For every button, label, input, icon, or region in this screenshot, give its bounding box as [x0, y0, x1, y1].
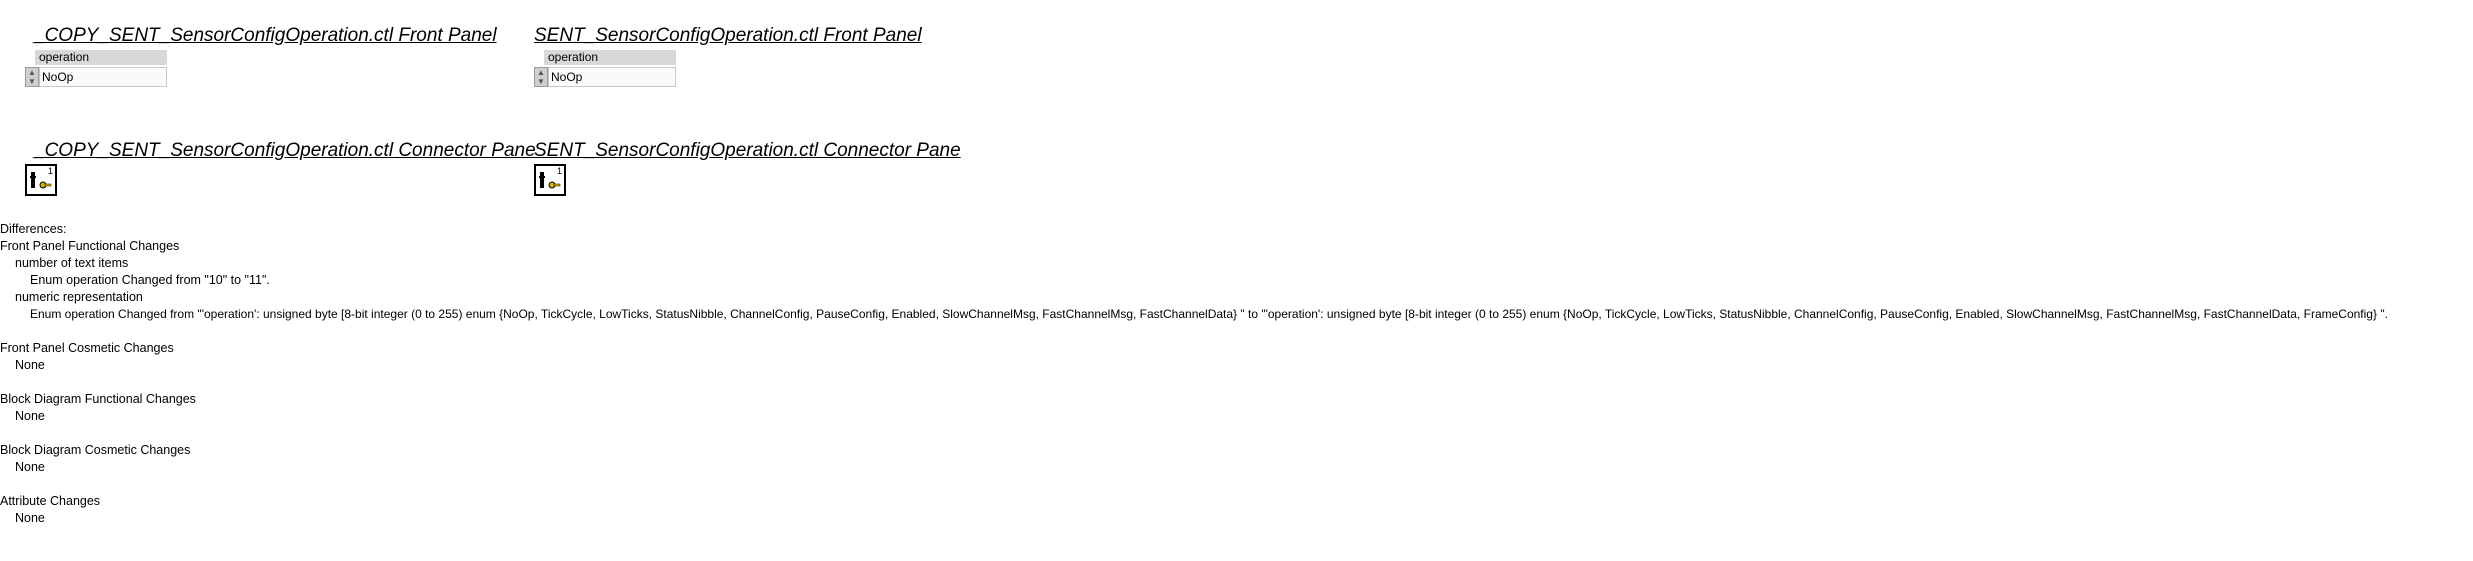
differences-heading: Differences:: [0, 222, 67, 236]
increment-decrement-arrows[interactable]: ▲ ▼: [534, 67, 548, 87]
front-panel-title-right: SENT_SensorConfigOperation.ctl Front Pan…: [534, 25, 922, 46]
num-text-items-label: number of text items: [15, 256, 129, 270]
connector-pane-icon-right: 1: [534, 164, 566, 196]
numeric-representation-label: numeric representation: [15, 290, 143, 304]
connector-pane-title-left: _COPY_SENT_SensorConfigOperation.ctl Con…: [34, 140, 536, 161]
bd-functional-heading: Block Diagram Functional Changes: [0, 392, 196, 406]
increment-decrement-arrows[interactable]: ▲ ▼: [25, 67, 39, 87]
enum-representation-change: Enum operation Changed from "'operation'…: [30, 307, 2388, 321]
bd-cosmetic-heading: Block Diagram Cosmetic Changes: [0, 443, 191, 457]
control-value[interactable]: NoOp: [39, 67, 167, 87]
bd-cosmetic-value: None: [15, 460, 45, 474]
control-label: operation: [35, 50, 167, 65]
connector-pane-icon-left: 1: [25, 164, 57, 196]
attribute-changes-heading: Attribute Changes: [0, 494, 101, 508]
control-terminal-icon: [539, 172, 561, 189]
attribute-changes-value: None: [15, 511, 45, 525]
connector-pane-title-right: SENT_SensorConfigOperation.ctl Connector…: [534, 140, 961, 161]
fp-cosmetic-heading: Front Panel Cosmetic Changes: [0, 341, 174, 355]
control-terminal-icon: [30, 172, 52, 189]
front-panel-title-left: _COPY_SENT_SensorConfigOperation.ctl Fro…: [34, 25, 497, 46]
enum-count-change: Enum operation Changed from "10" to "11"…: [30, 273, 270, 287]
fp-cosmetic-value: None: [15, 358, 45, 372]
control-label: operation: [544, 50, 676, 65]
operation-enum-control-right[interactable]: operation ▲ ▼ NoOp: [534, 50, 676, 88]
fp-functional-heading: Front Panel Functional Changes: [0, 239, 180, 253]
operation-enum-control-left[interactable]: operation ▲ ▼ NoOp: [25, 50, 167, 88]
control-value[interactable]: NoOp: [548, 67, 676, 87]
bd-functional-value: None: [15, 409, 45, 423]
